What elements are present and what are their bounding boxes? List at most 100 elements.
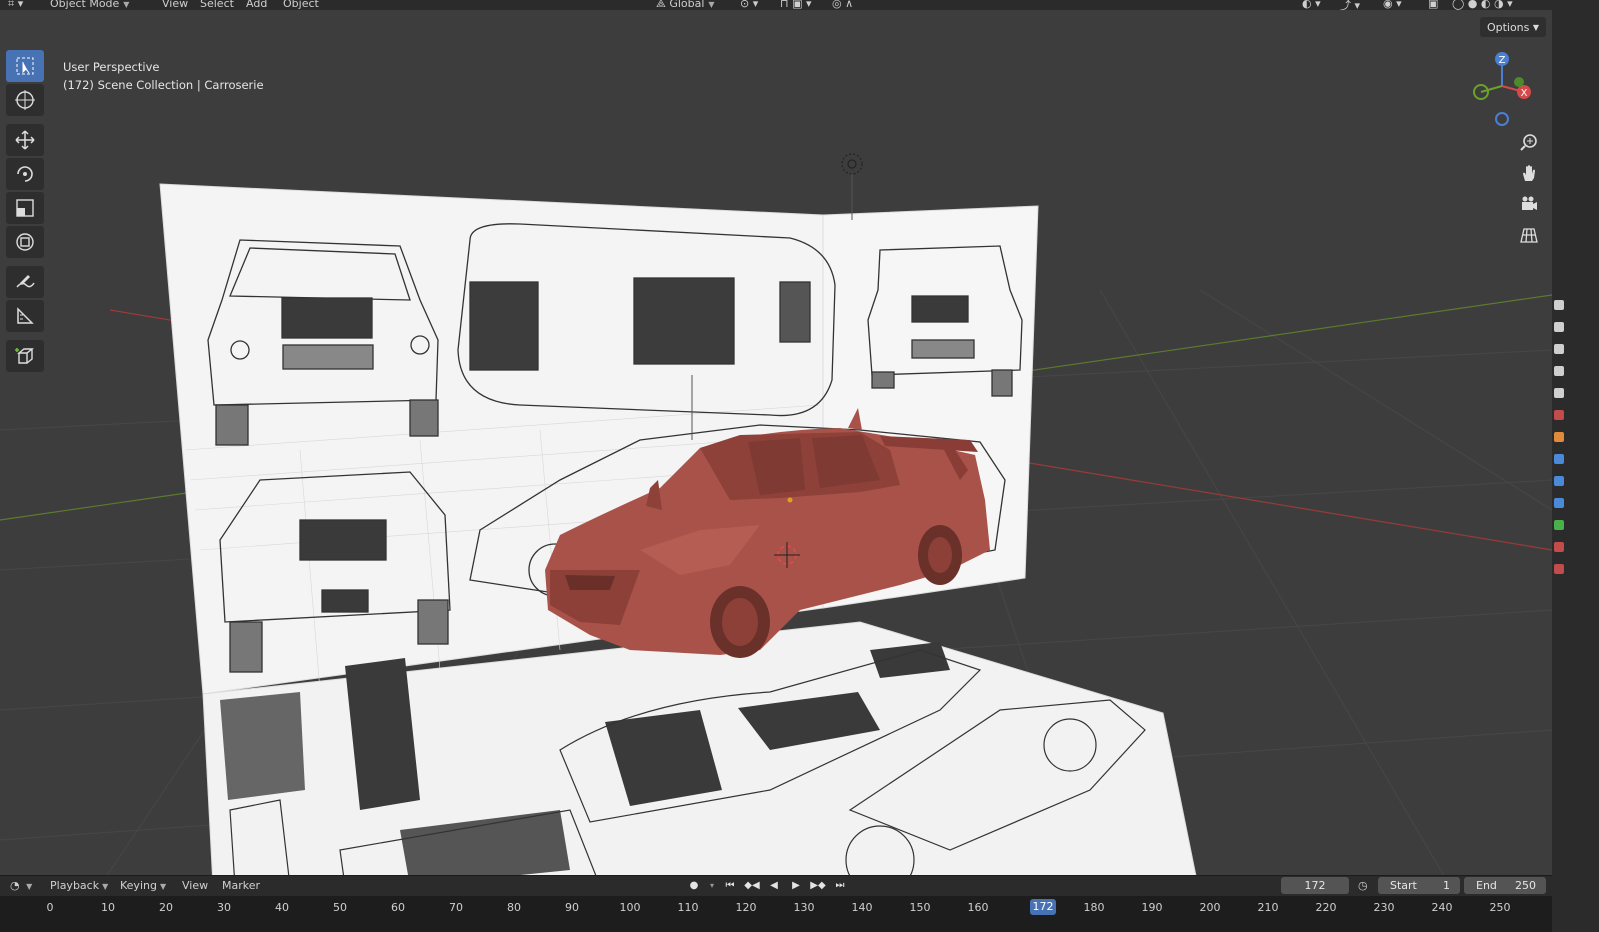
collection-label: (172) Scene Collection | Carroserie — [63, 78, 264, 92]
gizmo-toggle[interactable]: ⤴ ▾ — [1340, 0, 1360, 10]
stopwatch-icon[interactable]: ◷ — [1358, 879, 1368, 892]
world-tab-icon[interactable] — [1554, 410, 1564, 420]
timeline-view-menu[interactable]: View — [182, 879, 208, 892]
end-value: 250 — [1515, 879, 1536, 892]
playback-menu[interactable]: Playback ▼ — [50, 879, 108, 892]
current-frame-indicator[interactable]: 172 — [1030, 899, 1056, 915]
tool-annotate[interactable] — [6, 266, 44, 298]
ruler-tick: 90 — [565, 901, 579, 914]
xray-toggle[interactable]: ▣ — [1428, 0, 1438, 10]
frame-ruler[interactable]: 0 10 20 30 40 50 60 70 80 90 100 110 120… — [0, 896, 1552, 932]
autokey-record-button[interactable]: ● — [685, 878, 703, 894]
ruler-tick: 30 — [217, 901, 231, 914]
next-keyframe-button[interactable]: ▶◆ — [809, 878, 827, 894]
object-tab-icon[interactable] — [1554, 432, 1564, 442]
constraints-tab-icon[interactable] — [1554, 520, 1564, 530]
ruler-tick: 100 — [619, 901, 641, 914]
menu-select[interactable]: Select — [200, 0, 234, 10]
ruler-tick: 230 — [1373, 901, 1395, 914]
light-object-icon[interactable] — [841, 153, 863, 220]
tool-cursor[interactable] — [6, 84, 44, 116]
annotate-icon — [16, 275, 35, 288]
play-reverse-button[interactable]: ◀ — [765, 878, 783, 894]
render-tab-icon[interactable] — [1554, 322, 1564, 332]
tool-measure[interactable] — [6, 300, 44, 332]
ruler-tick: 40 — [275, 901, 289, 914]
mode-label: Object Mode — [50, 0, 120, 10]
playback-label: Playback — [50, 879, 100, 892]
tool-add-cube[interactable] — [6, 340, 44, 372]
end-frame-field[interactable]: End 250 — [1464, 877, 1546, 894]
view-layer-tab-icon[interactable] — [1554, 366, 1564, 376]
move-icon — [15, 130, 35, 150]
mode-dropdown[interactable]: Object Mode ▼ — [50, 0, 129, 10]
jump-start-button[interactable]: ⏮ — [721, 878, 739, 894]
z-neg-handle — [1495, 112, 1509, 126]
ruler-tick: 130 — [793, 901, 815, 914]
viewport-scene — [0, 153, 1552, 886]
physics-tab-icon[interactable] — [1554, 498, 1564, 508]
pan-button[interactable] — [1515, 161, 1543, 185]
overlay-toggle[interactable]: ◉ ▾ — [1383, 0, 1402, 10]
scene-tab-icon[interactable] — [1554, 388, 1564, 398]
jump-end-button[interactable]: ⏭ — [831, 878, 849, 894]
ruler-tick: 240 — [1431, 901, 1453, 914]
tool-select-box[interactable] — [6, 50, 44, 82]
grid-icon — [1520, 228, 1538, 243]
ruler-tick: 60 — [391, 901, 405, 914]
marker-menu[interactable]: Marker — [222, 879, 260, 892]
texture-tab-icon[interactable] — [1554, 564, 1564, 574]
ruler-tick: 50 — [333, 901, 347, 914]
play-button[interactable]: ▶ — [787, 878, 805, 894]
visibility-dropdown[interactable]: ◐ ▾ — [1302, 0, 1321, 10]
tool-transform[interactable] — [6, 226, 44, 258]
cursor-icon — [15, 90, 35, 110]
orientation-dropdown[interactable]: ⟁ Global ▼ — [656, 0, 715, 10]
viewport-header: ⌗ ▾ Object Mode ▼ View Select Add Object … — [0, 0, 1599, 10]
start-frame-field[interactable]: Start 1 — [1378, 877, 1460, 894]
x-axis-label: X — [1521, 88, 1528, 99]
tool-scale[interactable] — [6, 192, 44, 224]
ruler-tick: 140 — [851, 901, 873, 914]
ruler-tick: 220 — [1315, 901, 1337, 914]
tool-move[interactable] — [6, 124, 44, 156]
timeline-header: ◔ ▼ Playback ▼ Keying ▼ View Marker ● ▾ ⏮ … — [0, 875, 1552, 896]
orientation-label: Global — [669, 0, 705, 10]
output-tab-icon[interactable] — [1554, 344, 1564, 354]
navigation-gizmo[interactable]: Z X — [1465, 48, 1545, 132]
zoom-button[interactable] — [1515, 130, 1543, 154]
current-frame-field[interactable]: 172 — [1281, 877, 1349, 894]
material-tab-icon[interactable] — [1554, 542, 1564, 552]
options-label: Options — [1486, 20, 1530, 34]
pivot-dropdown[interactable]: ⊙ ▾ — [740, 0, 758, 10]
shading-modes[interactable]: ◯ ● ◐ ◑ ▾ — [1452, 0, 1513, 10]
camera-view-button[interactable] — [1515, 192, 1543, 216]
tool-tab-icon[interactable] — [1554, 300, 1564, 310]
ruler-tick: 10 — [101, 901, 115, 914]
perspective-toggle-button[interactable] — [1515, 223, 1543, 247]
add-cube-icon — [15, 348, 34, 364]
3d-viewport[interactable]: User Perspective (172) Scene Collection … — [0, 10, 1552, 886]
hand-icon — [1523, 165, 1535, 181]
ruler-tick: 70 — [449, 901, 463, 914]
modifier-tab-icon[interactable] — [1554, 454, 1564, 464]
proportional-edit[interactable]: ◎ ∧ — [832, 0, 853, 10]
prev-keyframe-button[interactable]: ◆◀ — [743, 878, 761, 894]
tool-rotate[interactable] — [6, 158, 44, 190]
snap-toggle[interactable]: ⊓ ▣ ▾ — [780, 0, 812, 10]
timeline-editor-type[interactable]: ◔ ▼ — [10, 879, 32, 892]
particles-tab-icon[interactable] — [1554, 476, 1564, 486]
measure-icon — [17, 307, 34, 324]
menu-view[interactable]: View — [162, 0, 188, 10]
autokey-dropdown[interactable]: ▾ — [707, 878, 717, 894]
options-dropdown[interactable]: Options ▼ — [1480, 17, 1546, 37]
select-box-icon — [16, 57, 34, 75]
scale-icon — [16, 199, 34, 217]
keying-menu[interactable]: Keying ▼ — [120, 879, 166, 892]
menu-object[interactable]: Object — [283, 0, 319, 10]
start-value: 1 — [1443, 879, 1450, 892]
editor-type-icon[interactable]: ⌗ ▾ — [8, 0, 23, 10]
menu-add[interactable]: Add — [246, 0, 267, 10]
ruler-tick: 110 — [677, 901, 699, 914]
zoom-icon — [1520, 134, 1537, 151]
